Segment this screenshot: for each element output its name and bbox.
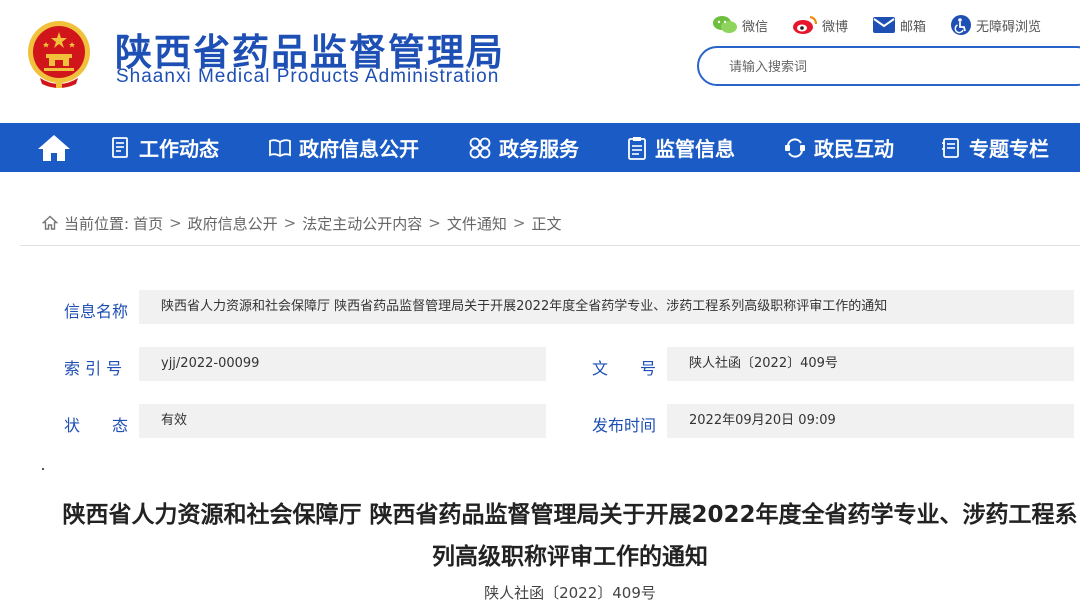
info-date-value: 2022年09月20日 09:09	[667, 404, 1074, 438]
breadcrumb-separator: >	[283, 214, 297, 232]
breadcrumb-current: 正文	[531, 214, 562, 233]
breadcrumb-gov-info[interactable]: 政府信息公开	[188, 213, 278, 234]
breadcrumb: 当前位置: 首页 > 政府信息公开 > 法定主动公开内容 > 文件通知 > 正文	[42, 212, 561, 234]
accessibility-icon	[951, 15, 972, 35]
decorative-dot	[42, 468, 44, 470]
mail-label: 邮箱	[900, 19, 927, 35]
info-date-label: 发布时间	[592, 416, 657, 435]
open-book-icon	[269, 138, 291, 157]
breadcrumb-home[interactable]: 首页	[133, 213, 163, 234]
nav-item-label: 专题专栏	[969, 137, 1049, 161]
info-doc-value: 陕人社函〔2022〕409号	[667, 347, 1074, 381]
breadcrumb-separator: >	[169, 214, 182, 232]
national-emblem-icon	[28, 21, 90, 88]
breadcrumb-prefix: 当前位置:	[64, 214, 130, 233]
info-name-label: 信息名称	[64, 302, 129, 321]
nav-item-work-news[interactable]: 工作动态	[111, 123, 219, 172]
info-doc-label: 文 号	[592, 359, 657, 378]
interaction-icon	[785, 137, 805, 158]
wechat-link[interactable]: 微信	[712, 15, 768, 35]
nav-item-label: 政民互动	[814, 137, 894, 161]
notebook-icon	[942, 137, 959, 158]
article-title: 陕西省人力资源和社会保障厅 陕西省药品监督管理局关于开展2022年度全省药学专业…	[62, 502, 1078, 570]
accessibility-link[interactable]: 无障碍浏览	[950, 14, 1041, 36]
nav-item-gov-services[interactable]: 政务服务	[469, 123, 579, 172]
site-header: 陕西省药品监督管理局 Shaanxi Medical Products Admi…	[0, 0, 1080, 123]
weibo-link[interactable]: 微博	[792, 15, 848, 35]
mail-link[interactable]: 邮箱	[872, 16, 926, 35]
top-links: 微信 微博 邮箱 无障碍浏览	[712, 12, 1065, 38]
search-box	[697, 46, 1080, 86]
nav-item-label: 政府信息公开	[299, 137, 419, 161]
document-list-icon	[112, 136, 128, 158]
home-icon[interactable]	[36, 133, 72, 163]
info-status-label: 状 态	[64, 416, 129, 435]
site-title-english: Shaanxi Medical Products Administration	[116, 66, 500, 87]
nav-item-special-topics[interactable]: 专题专栏	[941, 123, 1049, 172]
info-status-value: 有效	[139, 404, 546, 438]
article-doc-number: 陕人社函〔2022〕409号	[484, 584, 656, 602]
home-outline-icon	[42, 215, 58, 230]
info-name-value: 陕西省人力资源和社会保障厅 陕西省药品监督管理局关于开展2022年度全省药学专业…	[139, 290, 1074, 324]
info-index-label: 索 引 号	[64, 359, 123, 378]
nav-item-supervision-info[interactable]: 监管信息	[627, 123, 735, 172]
breadcrumb-statutory[interactable]: 法定主动公开内容	[302, 213, 422, 234]
nav-item-gov-info[interactable]: 政府信息公开	[269, 123, 419, 172]
main-nav: 工作动态 政府信息公开 政务服务 监管信息 政民互动 专题专栏	[0, 123, 1080, 172]
accessibility-label: 无障碍浏览	[976, 19, 1042, 35]
breadcrumb-divider	[20, 245, 1080, 246]
breadcrumb-notices[interactable]: 文件通知	[447, 213, 507, 234]
wechat-icon	[713, 16, 737, 33]
wechat-label: 微信	[742, 19, 769, 35]
info-index-value: yjj/2022-00099	[139, 347, 546, 381]
weibo-icon	[793, 16, 818, 34]
clipboard-icon	[628, 136, 646, 160]
nav-item-label: 监管信息	[655, 137, 735, 161]
nav-item-label: 政务服务	[499, 137, 579, 161]
nav-item-label: 工作动态	[139, 137, 219, 161]
mail-icon	[873, 17, 896, 33]
grid-circles-icon	[469, 137, 491, 158]
nav-item-public-interaction[interactable]: 政民互动	[784, 123, 894, 172]
breadcrumb-separator: >	[512, 214, 526, 232]
weibo-label: 微博	[822, 19, 849, 35]
search-input[interactable]	[729, 57, 1059, 77]
breadcrumb-separator: >	[428, 214, 441, 232]
